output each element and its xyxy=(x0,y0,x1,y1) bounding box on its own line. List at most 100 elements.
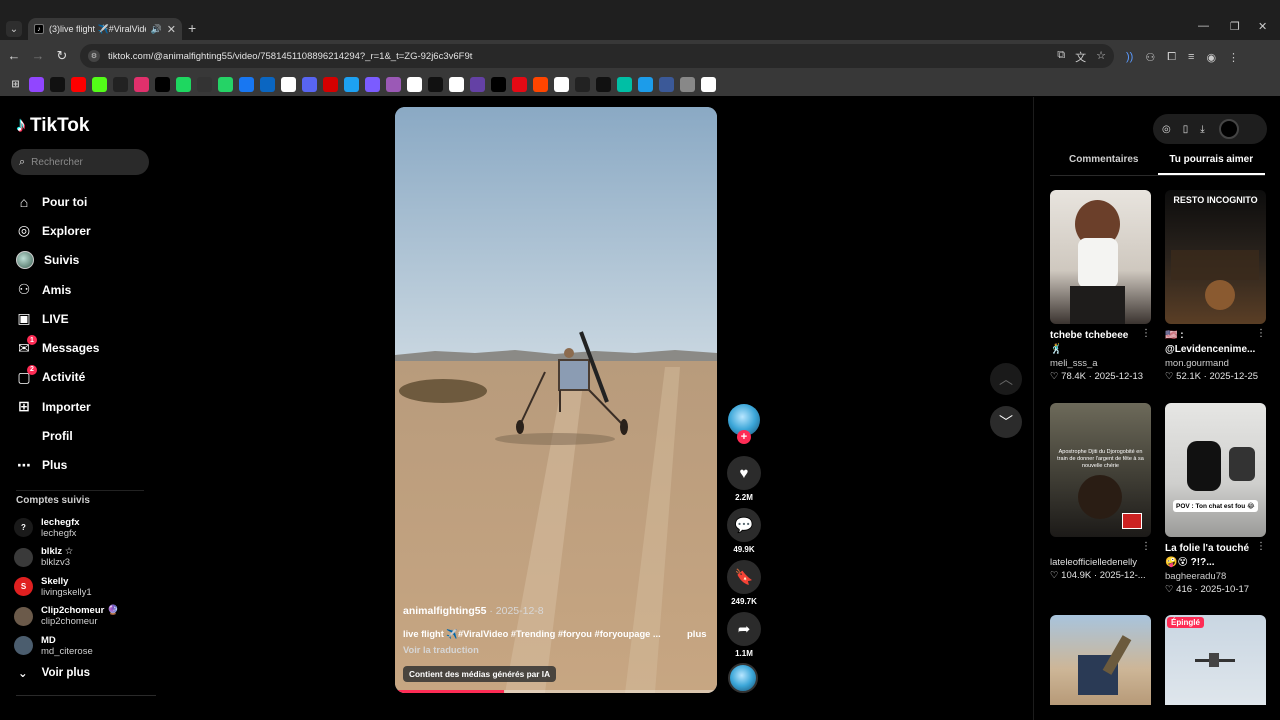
bookmark-icon[interactable] xyxy=(71,76,86,92)
nav-item-profil[interactable]: Profil xyxy=(16,421,156,450)
suggested-video-card[interactable]: tchebe tchebeee 🕺 meli_sss_a ♡ 78.4K · 2… xyxy=(1050,190,1151,384)
more-options-icon[interactable]: ⋮ xyxy=(1256,328,1266,339)
profile-ring[interactable] xyxy=(1218,119,1239,139)
extension-audio-icon[interactable]: )) xyxy=(1126,51,1133,64)
nav-item-amis[interactable]: ⚇ Amis xyxy=(16,275,156,304)
like-button[interactable]: ♥ xyxy=(727,456,761,490)
card-user[interactable]: lateleofficielledenelly xyxy=(1050,556,1151,569)
bookmark-icon[interactable] xyxy=(134,76,149,92)
nav-item-suivis[interactable]: Suivis xyxy=(16,246,156,275)
followed-account[interactable]: ? lechegfx lechegfx xyxy=(14,513,154,543)
suggested-video-card[interactable] xyxy=(1050,615,1151,705)
suggested-video-card[interactable]: Épinglé xyxy=(1165,615,1266,705)
speaker-icon[interactable]: 🔊 xyxy=(151,24,162,35)
author-name[interactable]: animalfighting55 xyxy=(403,605,486,617)
tiktok-logo[interactable]: ♪ TikTok xyxy=(16,114,89,137)
bookmark-icon[interactable] xyxy=(323,76,338,92)
forward-button[interactable]: → xyxy=(30,48,46,63)
bookmark-icon[interactable] xyxy=(701,76,716,92)
next-video-button[interactable]: ﹀ xyxy=(990,406,1022,438)
download-icon[interactable]: ⤓ xyxy=(1200,124,1204,135)
bookmark-icon[interactable] xyxy=(176,76,191,92)
more-options-icon[interactable]: ⋮ xyxy=(1256,541,1266,552)
bookmark-icon[interactable] xyxy=(407,76,422,92)
bookmark-icon[interactable] xyxy=(617,76,632,92)
save-button[interactable]: 🔖 xyxy=(727,560,761,594)
more-options-icon[interactable]: ⋮ xyxy=(1141,328,1151,339)
apps-grid-icon[interactable]: ⊞ xyxy=(8,77,23,92)
bookmark-icon[interactable] xyxy=(680,76,695,92)
bookmark-icon[interactable] xyxy=(386,76,401,92)
music-disc[interactable] xyxy=(728,663,758,693)
bookmark-icon[interactable] xyxy=(575,76,590,92)
nav-item-live[interactable]: ▣ LIVE xyxy=(16,304,156,333)
bookmark-icon[interactable] xyxy=(155,76,170,92)
back-button[interactable]: ← xyxy=(6,48,22,63)
translate-link[interactable]: Voir la traduction xyxy=(403,645,479,655)
extensions-puzzle-icon[interactable]: ⧠ xyxy=(1167,51,1176,64)
video-thumbnail[interactable]: POV : Ton chat est fou 😂 xyxy=(1165,403,1266,537)
tab-search-button[interactable]: ⌄ xyxy=(6,21,22,37)
bookmark-icon[interactable] xyxy=(29,76,44,92)
phone-icon[interactable]: ▯ xyxy=(1183,124,1189,135)
minimize-button[interactable]: — xyxy=(1198,20,1209,32)
nav-item-pour-toi[interactable]: ⌂ Pour toi xyxy=(16,187,156,216)
address-bar[interactable]: ⚙ tiktok.com/@animalfighting55/video/758… xyxy=(80,44,1114,68)
bookmark-icon[interactable] xyxy=(638,76,653,92)
video-player[interactable]: animalfighting55 · 2025-12-8 live flight… xyxy=(395,107,717,693)
followed-account[interactable]: Clip2chomeur 🔮 clip2chomeur xyxy=(14,602,154,632)
bookmark-icon[interactable] xyxy=(113,76,128,92)
card-user[interactable]: bagheeradu78 xyxy=(1165,570,1266,583)
bookmark-icon[interactable] xyxy=(659,76,674,92)
bookmark-icon[interactable] xyxy=(344,76,359,92)
browser-menu-icon[interactable]: ⋮ xyxy=(1228,51,1239,64)
bookmark-star-icon[interactable]: ☆ xyxy=(1096,49,1106,65)
nav-item-explorer[interactable]: ◎ Explorer xyxy=(16,216,156,245)
bookmark-icon[interactable] xyxy=(512,76,527,92)
video-thumbnail[interactable] xyxy=(1050,190,1151,324)
nav-item-plus[interactable]: ⋯ Plus xyxy=(16,451,156,480)
follow-plus-icon[interactable]: + xyxy=(737,430,751,444)
video-caption[interactable]: live flight ✈️#ViralVideo #Trending #for… xyxy=(403,629,665,640)
bookmark-icon[interactable] xyxy=(302,76,317,92)
share-button[interactable]: ➦ xyxy=(727,612,761,646)
caption-more-button[interactable]: plus xyxy=(687,629,707,640)
nav-item-importer[interactable]: ⊞ Importer xyxy=(16,392,156,421)
new-tab-button[interactable]: + xyxy=(188,20,196,36)
more-options-icon[interactable]: ⋮ xyxy=(1141,541,1151,552)
bookmark-icon[interactable] xyxy=(428,76,443,92)
bookmark-icon[interactable] xyxy=(92,76,107,92)
install-app-icon[interactable]: ⧉ xyxy=(1057,49,1065,65)
maximize-button[interactable]: ❐ xyxy=(1230,20,1240,33)
previous-video-button[interactable]: ︿ xyxy=(990,363,1022,395)
translate-icon[interactable]: 文 xyxy=(1075,49,1086,65)
compass-icon[interactable]: ◎ xyxy=(1162,124,1171,135)
bookmark-icon[interactable] xyxy=(533,76,548,92)
video-thumbnail[interactable]: Apostrophe Djiti du Djorogobité en train… xyxy=(1050,403,1151,537)
browser-tab[interactable]: ♪ (3)live flight ✈️#ViralVide 🔊 ✕ xyxy=(28,18,182,40)
bookmark-icon[interactable] xyxy=(449,76,464,92)
profile-avatar-icon[interactable]: ◉ xyxy=(1206,51,1216,64)
tab-comments[interactable]: Commentaires xyxy=(1050,154,1158,175)
bookmark-icon[interactable] xyxy=(260,76,275,92)
bookmark-icon[interactable] xyxy=(197,76,212,92)
see-more-button[interactable]: ⌄ Voir plus xyxy=(18,666,90,680)
reload-button[interactable]: ↻ xyxy=(54,48,70,64)
bookmark-icon[interactable] xyxy=(281,76,296,92)
suggested-video-card[interactable]: POV : Ton chat est fou 😂 La folie l'a to… xyxy=(1165,403,1266,597)
extension-people-icon[interactable]: ⚇ xyxy=(1145,51,1155,64)
followed-account[interactable]: blklz ☆ blklzv3 xyxy=(14,543,154,573)
card-user[interactable]: meli_sss_a xyxy=(1050,357,1151,370)
followed-account[interactable]: MD md_citerose xyxy=(14,631,154,661)
nav-item-messages[interactable]: ✉ 1 Messages xyxy=(16,333,156,362)
followed-account[interactable]: S Skelly livingskelly1 xyxy=(14,572,154,602)
site-info-icon[interactable]: ⚙ xyxy=(88,50,100,62)
bookmark-icon[interactable] xyxy=(596,76,611,92)
tab-you-may-like[interactable]: Tu pourrais aimer xyxy=(1157,154,1265,175)
bookmark-icon[interactable] xyxy=(239,76,254,92)
reading-list-icon[interactable]: ≡ xyxy=(1188,51,1194,64)
bookmark-icon[interactable] xyxy=(218,76,233,92)
video-thumbnail[interactable] xyxy=(1050,615,1151,705)
suggested-video-card[interactable]: RESTO INCOGNITO 🇺🇸 : @Levidencenime... m… xyxy=(1165,190,1266,384)
close-tab-icon[interactable]: ✕ xyxy=(167,23,176,36)
